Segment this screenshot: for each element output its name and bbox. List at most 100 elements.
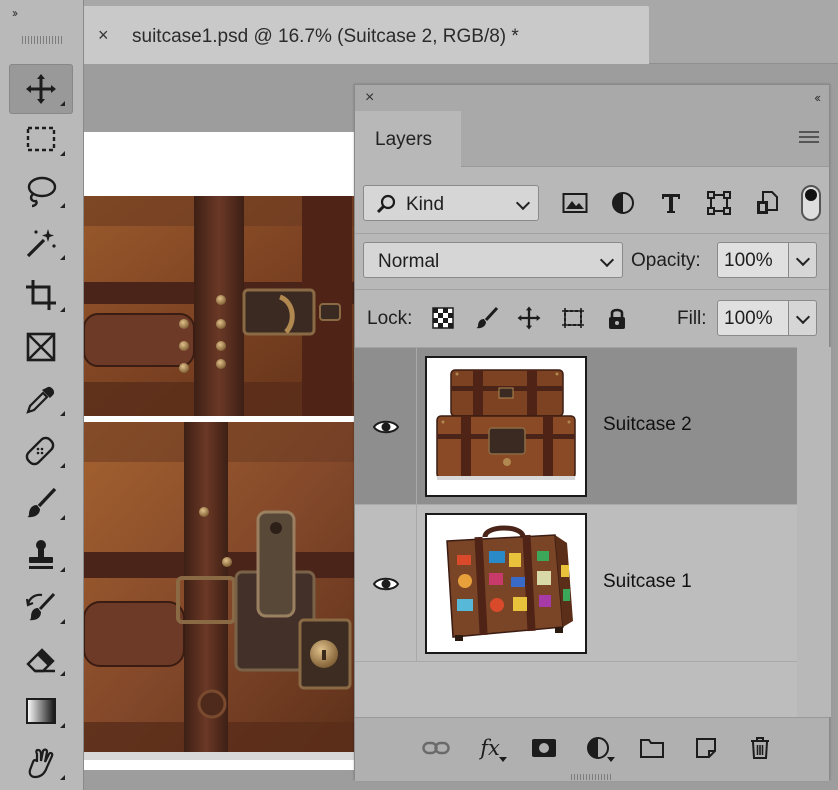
document-tab[interactable]: × suitcase1.psd @ 16.7% (Suitcase 2, RGB… xyxy=(84,6,649,64)
move-icon xyxy=(26,74,56,104)
rectangular-marquee-tool[interactable] xyxy=(9,114,73,164)
history-brush-icon xyxy=(25,592,56,621)
crop-tool[interactable] xyxy=(9,270,73,320)
delete-layer-button[interactable] xyxy=(745,734,775,762)
layer-name-suitcase-2[interactable]: Suitcase 2 xyxy=(603,414,692,436)
fill-dropdown-button[interactable] xyxy=(789,300,817,336)
artboard-icon xyxy=(562,308,584,328)
smudge-tool[interactable] xyxy=(9,738,73,788)
adjustment-icon xyxy=(612,192,634,214)
crop-icon xyxy=(26,280,56,310)
layer-thumbnail-suitcase-2[interactable] xyxy=(425,356,587,497)
fill-label: Fill: xyxy=(677,308,707,329)
layer-thumbnail-suitcase-1[interactable] xyxy=(425,513,587,654)
opacity-field[interactable]: 100% xyxy=(717,242,789,278)
panel-scrollbar[interactable] xyxy=(797,347,831,717)
eye-icon[interactable] xyxy=(373,414,399,440)
image-icon xyxy=(562,193,588,213)
gradient-tool[interactable] xyxy=(9,686,73,736)
panel-menu-icon[interactable] xyxy=(799,131,819,145)
lasso-tool[interactable] xyxy=(9,166,73,216)
shape-icon xyxy=(707,191,731,215)
blend-mode-select[interactable]: Normal xyxy=(363,242,623,278)
lock-image-pixels-button[interactable] xyxy=(473,304,501,332)
chevron-down-icon xyxy=(599,252,615,268)
lock-transparent-pixels-button[interactable] xyxy=(429,304,457,332)
lasso-icon xyxy=(27,176,57,208)
type-icon xyxy=(662,194,680,213)
magic-wand-tool[interactable] xyxy=(9,218,73,268)
filter-shape-layers-button[interactable] xyxy=(705,189,733,217)
trash-icon xyxy=(751,737,769,759)
clone-stamp-tool[interactable] xyxy=(9,530,73,580)
toolbar-grip[interactable] xyxy=(22,36,62,44)
filter-kind-label: Kind xyxy=(406,194,445,215)
smudge-icon xyxy=(28,748,54,779)
move-icon xyxy=(517,306,541,330)
panel-collapse-icon[interactable]: ‹‹ xyxy=(814,90,821,105)
filter-smart-objects-button[interactable] xyxy=(753,189,781,217)
history-brush-tool[interactable] xyxy=(9,582,73,632)
panel-resize-grip[interactable] xyxy=(571,774,611,780)
stacked-suitcases-thumbnail xyxy=(427,358,585,495)
filter-adjustment-layers-button[interactable] xyxy=(609,189,637,217)
filter-type-layers-button[interactable] xyxy=(657,189,685,217)
frame-icon xyxy=(26,332,56,362)
eyedropper-tool[interactable] xyxy=(9,374,73,424)
fill-field[interactable]: 100% xyxy=(717,300,789,336)
document-tab-close-icon[interactable]: × xyxy=(98,26,109,44)
layer-row-suitcase-2[interactable]: Suitcase 2 xyxy=(355,348,797,505)
eye-icon[interactable] xyxy=(373,571,399,597)
lock-all-button[interactable] xyxy=(603,304,631,332)
chevron-down-icon xyxy=(795,309,811,325)
travel-suitcase-thumbnail xyxy=(427,515,585,652)
filter-toggle-switch[interactable] xyxy=(801,185,821,221)
add-layer-style-button[interactable]: fx xyxy=(475,734,507,762)
frame-tool[interactable] xyxy=(9,322,73,372)
layer-filter-row: Kind xyxy=(355,173,829,231)
link-icon xyxy=(422,741,450,755)
smart-object-icon xyxy=(757,191,778,214)
new-adjustment-layer-button[interactable] xyxy=(583,734,615,762)
toolbar-collapse-button[interactable]: ›› xyxy=(12,6,18,20)
bandage-icon xyxy=(25,436,55,466)
opacity-dropdown-button[interactable] xyxy=(789,242,817,278)
new-layer-icon xyxy=(696,738,716,758)
blend-row: Normal Opacity: 100% xyxy=(355,233,829,285)
filter-pixel-layers-button[interactable] xyxy=(561,189,589,217)
lock-label: Lock: xyxy=(367,308,413,329)
panel-close-icon[interactable]: × xyxy=(365,89,374,107)
tools-panel: ›› xyxy=(0,0,84,790)
search-icon xyxy=(376,194,396,214)
panel-titlebar[interactable]: × ‹‹ xyxy=(355,85,829,111)
layers-panel: × ‹‹ Layers Kind Normal Opacity: 100% Lo… xyxy=(354,84,831,781)
blend-mode-label: Normal xyxy=(378,251,440,272)
magic-wand-icon xyxy=(26,229,56,258)
brush-tool[interactable] xyxy=(9,478,73,528)
lock-icon xyxy=(609,308,625,329)
folder-icon xyxy=(640,739,664,758)
link-layers-button[interactable] xyxy=(421,734,451,762)
document-canvas[interactable] xyxy=(84,132,374,770)
layers-panel-footer: fx xyxy=(355,717,829,781)
new-layer-button[interactable] xyxy=(691,734,721,762)
mask-icon xyxy=(532,739,556,757)
tab-layers[interactable]: Layers xyxy=(355,111,461,167)
layer-row-suitcase-1[interactable]: Suitcase 1 xyxy=(355,505,797,662)
opacity-label: Opacity: xyxy=(631,250,701,271)
filter-kind-select[interactable]: Kind xyxy=(363,185,539,221)
layer-name-suitcase-1[interactable]: Suitcase 1 xyxy=(603,571,692,593)
brush-icon xyxy=(27,487,57,518)
add-mask-button[interactable] xyxy=(529,734,559,762)
stamp-icon xyxy=(29,540,53,569)
eraser-tool[interactable] xyxy=(9,634,73,684)
lock-artboard-button[interactable] xyxy=(559,304,587,332)
gradient-icon xyxy=(26,698,56,724)
lock-position-button[interactable] xyxy=(515,304,543,332)
document-tab-title: suitcase1.psd @ 16.7% (Suitcase 2, RGB/8… xyxy=(132,26,519,47)
new-group-button[interactable] xyxy=(637,734,667,762)
layer-list: Suitcase 2 Suitcase 1 xyxy=(355,347,797,717)
spot-healing-tool[interactable] xyxy=(9,426,73,476)
chevron-down-icon xyxy=(515,195,531,211)
move-tool[interactable] xyxy=(9,64,73,114)
